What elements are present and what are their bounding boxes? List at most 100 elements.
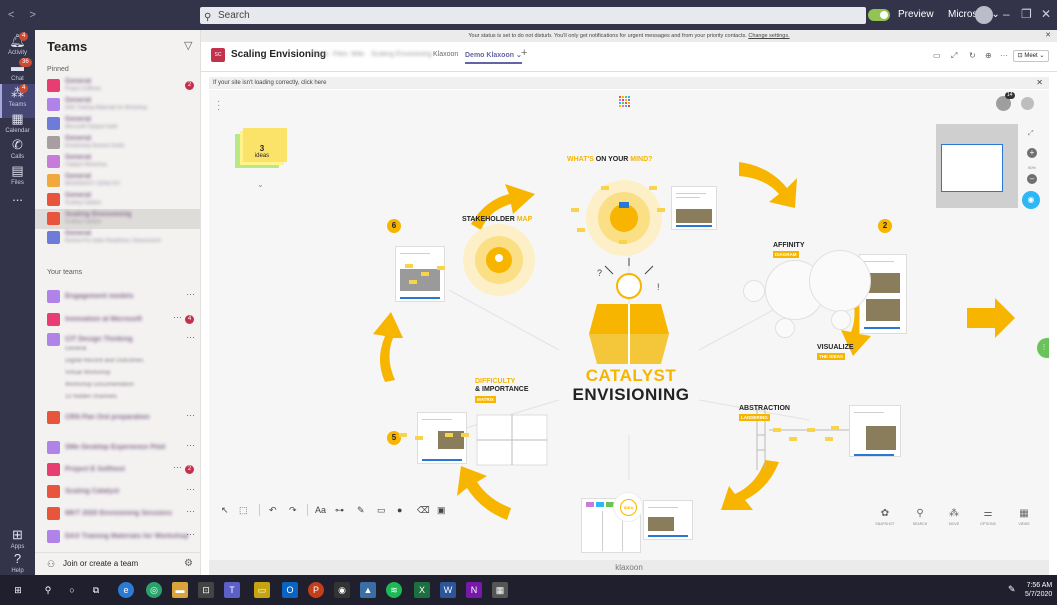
team-item[interactable]: Engagement models ···: [35, 287, 200, 307]
add-idea-button[interactable]: IDEA: [613, 492, 643, 522]
more-icon[interactable]: ···: [186, 440, 195, 450]
section-visualize[interactable]: VISUALIZE: [817, 344, 854, 352]
locate-icon[interactable]: ◉: [1022, 191, 1040, 209]
outlook-icon[interactable]: O: [282, 582, 298, 598]
board-tool-snapshot[interactable]: ✿ SNAPSHOT: [870, 508, 900, 526]
section-abstraction[interactable]: ABSTRACTION: [739, 405, 790, 413]
team-item[interactable]: MKT 2020 Envisioning Sessions ···: [35, 504, 200, 524]
change-settings-link[interactable]: Change settings.: [748, 33, 789, 39]
undo-icon[interactable]: ↶: [269, 505, 277, 516]
team-item[interactable]: SMe Desktop Experience Pilot ···: [35, 438, 200, 458]
pen-icon[interactable]: ✎: [1008, 584, 1016, 595]
add-tab-button[interactable]: +: [521, 47, 527, 59]
join-team-row[interactable]: ⚇ Join or create a team ⚙: [35, 552, 201, 575]
spotify-icon[interactable]: ≋: [386, 582, 402, 598]
more-icon[interactable]: ···: [173, 462, 182, 472]
content-card[interactable]: [671, 186, 717, 230]
multi-select-icon[interactable]: ⬚: [239, 505, 248, 516]
store-icon[interactable]: ⊡: [198, 582, 214, 598]
minimize-button[interactable]: –: [1003, 7, 1010, 21]
pinned-channel[interactable]: General Catalyst Workshop: [35, 152, 200, 172]
board-tool-move[interactable]: ⁂ MOVE: [939, 508, 969, 526]
calculator-icon[interactable]: ▦: [492, 582, 508, 598]
more-icon[interactable]: ···: [186, 484, 195, 494]
board-tool-options[interactable]: ⚌ OPTIONS: [973, 508, 1003, 526]
section-whats-on-your-mind[interactable]: WHAT'S ON YOUR MIND?: [567, 156, 652, 164]
more-icon[interactable]: ···: [173, 312, 182, 322]
board-tool-search[interactable]: ⚲ SEARCH: [905, 508, 935, 526]
channel-item[interactable]: 10 hidden channels: [65, 394, 117, 400]
powerpoint-icon[interactable]: P: [308, 582, 324, 598]
pinned-channel[interactable]: General Microsoft Catalyst Suite: [35, 114, 200, 134]
eraser-icon[interactable]: ⌫: [417, 505, 430, 516]
globe-icon[interactable]: ⊕: [985, 51, 992, 60]
rail-more[interactable]: ...: [0, 188, 35, 222]
channel-tab[interactable]: Scaling Envisioning: [371, 51, 432, 58]
excel-icon[interactable]: X: [414, 582, 430, 598]
channel-tab[interactable]: Wiki: [351, 51, 364, 58]
team-item[interactable]: CIT Design Thinking ···: [35, 330, 200, 350]
channel-item[interactable]: Workshop Documentation: [65, 382, 134, 388]
chrome-icon[interactable]: ◎: [146, 582, 162, 598]
more-icon[interactable]: ···: [186, 289, 195, 299]
gear-icon[interactable]: ⚙: [184, 558, 193, 569]
camera-icon[interactable]: ◉: [334, 582, 350, 598]
site-loading-banner[interactable]: If your site isn't loading correctly, cl…: [209, 77, 1049, 89]
team-item[interactable]: Project E Selfhost ··· 2: [35, 460, 200, 480]
channel-tab[interactable]: Klaxoon: [433, 51, 458, 58]
filter-icon[interactable]: ▽: [184, 39, 192, 52]
board-tool-views[interactable]: ▦ VIEWS: [1009, 508, 1039, 526]
more-icon[interactable]: ···: [1000, 51, 1008, 60]
content-card[interactable]: [417, 412, 467, 464]
search-input[interactable]: ⚲ Search: [200, 7, 866, 24]
task-view-icon[interactable]: ⧉: [88, 582, 104, 598]
idea-stack[interactable]: 3 ideas: [235, 128, 287, 168]
minimap-viewport[interactable]: [941, 144, 1003, 192]
pinned-channel[interactable]: General Project Coffman 2: [35, 76, 200, 96]
zoom-out-icon[interactable]: –: [1027, 174, 1037, 184]
more-icon[interactable]: ···: [186, 506, 195, 516]
start-icon[interactable]: ⊞: [10, 582, 26, 598]
section-difficulty[interactable]: DIFFICULTY & IMPORTANCE: [475, 378, 529, 394]
meet-button[interactable]: ⊡ Meet ⌄: [1013, 50, 1049, 62]
pinned-channel[interactable]: General DAX Training Materials for Worksh…: [35, 95, 200, 115]
more-icon[interactable]: ···: [186, 332, 195, 342]
maximize-button[interactable]: ❐: [1021, 7, 1032, 21]
color-icon[interactable]: ●: [397, 505, 402, 515]
select-icon[interactable]: ↖: [221, 505, 229, 516]
teams-icon[interactable]: T: [224, 582, 240, 598]
channel-tab[interactable]: Posts: [311, 51, 329, 58]
nav-arrows[interactable]: < >: [8, 9, 42, 21]
board-menu-icon[interactable]: · · ·: [217, 97, 220, 115]
edge-icon[interactable]: e: [118, 582, 134, 598]
zoom-in-icon[interactable]: +: [1027, 148, 1037, 158]
word-icon[interactable]: W: [440, 582, 456, 598]
minimap[interactable]: [936, 124, 1018, 208]
channel-item[interactable]: General: [65, 346, 86, 352]
expand-icon[interactable]: ⤢: [951, 51, 957, 61]
pinned-channel[interactable]: General Scaling Catalyst: [35, 190, 200, 210]
refresh-icon[interactable]: ↻: [969, 51, 976, 60]
klaxoon-apps-icon[interactable]: [619, 96, 631, 108]
pinned-channel[interactable]: Scaling Envisioning Scaling Catalyst: [35, 209, 200, 229]
onenote-icon[interactable]: N: [466, 582, 482, 598]
connector-icon[interactable]: ⊶: [335, 505, 344, 516]
pinned-channel[interactable]: General Envisioning Session Guide: [35, 133, 200, 153]
close-button[interactable]: ✕: [1041, 7, 1051, 21]
content-card[interactable]: [395, 246, 445, 302]
text-icon[interactable]: Aa: [315, 505, 326, 515]
close-icon[interactable]: ✕: [1045, 30, 1051, 42]
pen-icon[interactable]: ✎: [357, 505, 365, 516]
klaxoon-board[interactable]: ? ! · · · 14 3 ideas ⌄ WHAT'S ON YOUR MI…: [209, 90, 1049, 575]
shape-icon[interactable]: ▭: [377, 505, 386, 516]
close-icon[interactable]: ✕: [1036, 77, 1043, 89]
team-item[interactable]: Scaling Catalyst ···: [35, 482, 200, 502]
team-item[interactable]: CRN Pan Ord preparation ···: [35, 408, 200, 428]
section-stakeholder[interactable]: STAKEHOLDER MAP: [462, 216, 532, 224]
avatar[interactable]: [1021, 97, 1034, 110]
more-icon[interactable]: ···: [186, 529, 195, 539]
team-item[interactable]: DAX Training Materials for Workshop ···: [35, 527, 200, 547]
chevron-down-icon[interactable]: ⌄: [257, 180, 264, 189]
channel-item[interactable]: Virtual Workshop: [65, 370, 110, 376]
pinned-channel[interactable]: General Review Pre-Sales Readiness / Asse…: [35, 228, 200, 248]
